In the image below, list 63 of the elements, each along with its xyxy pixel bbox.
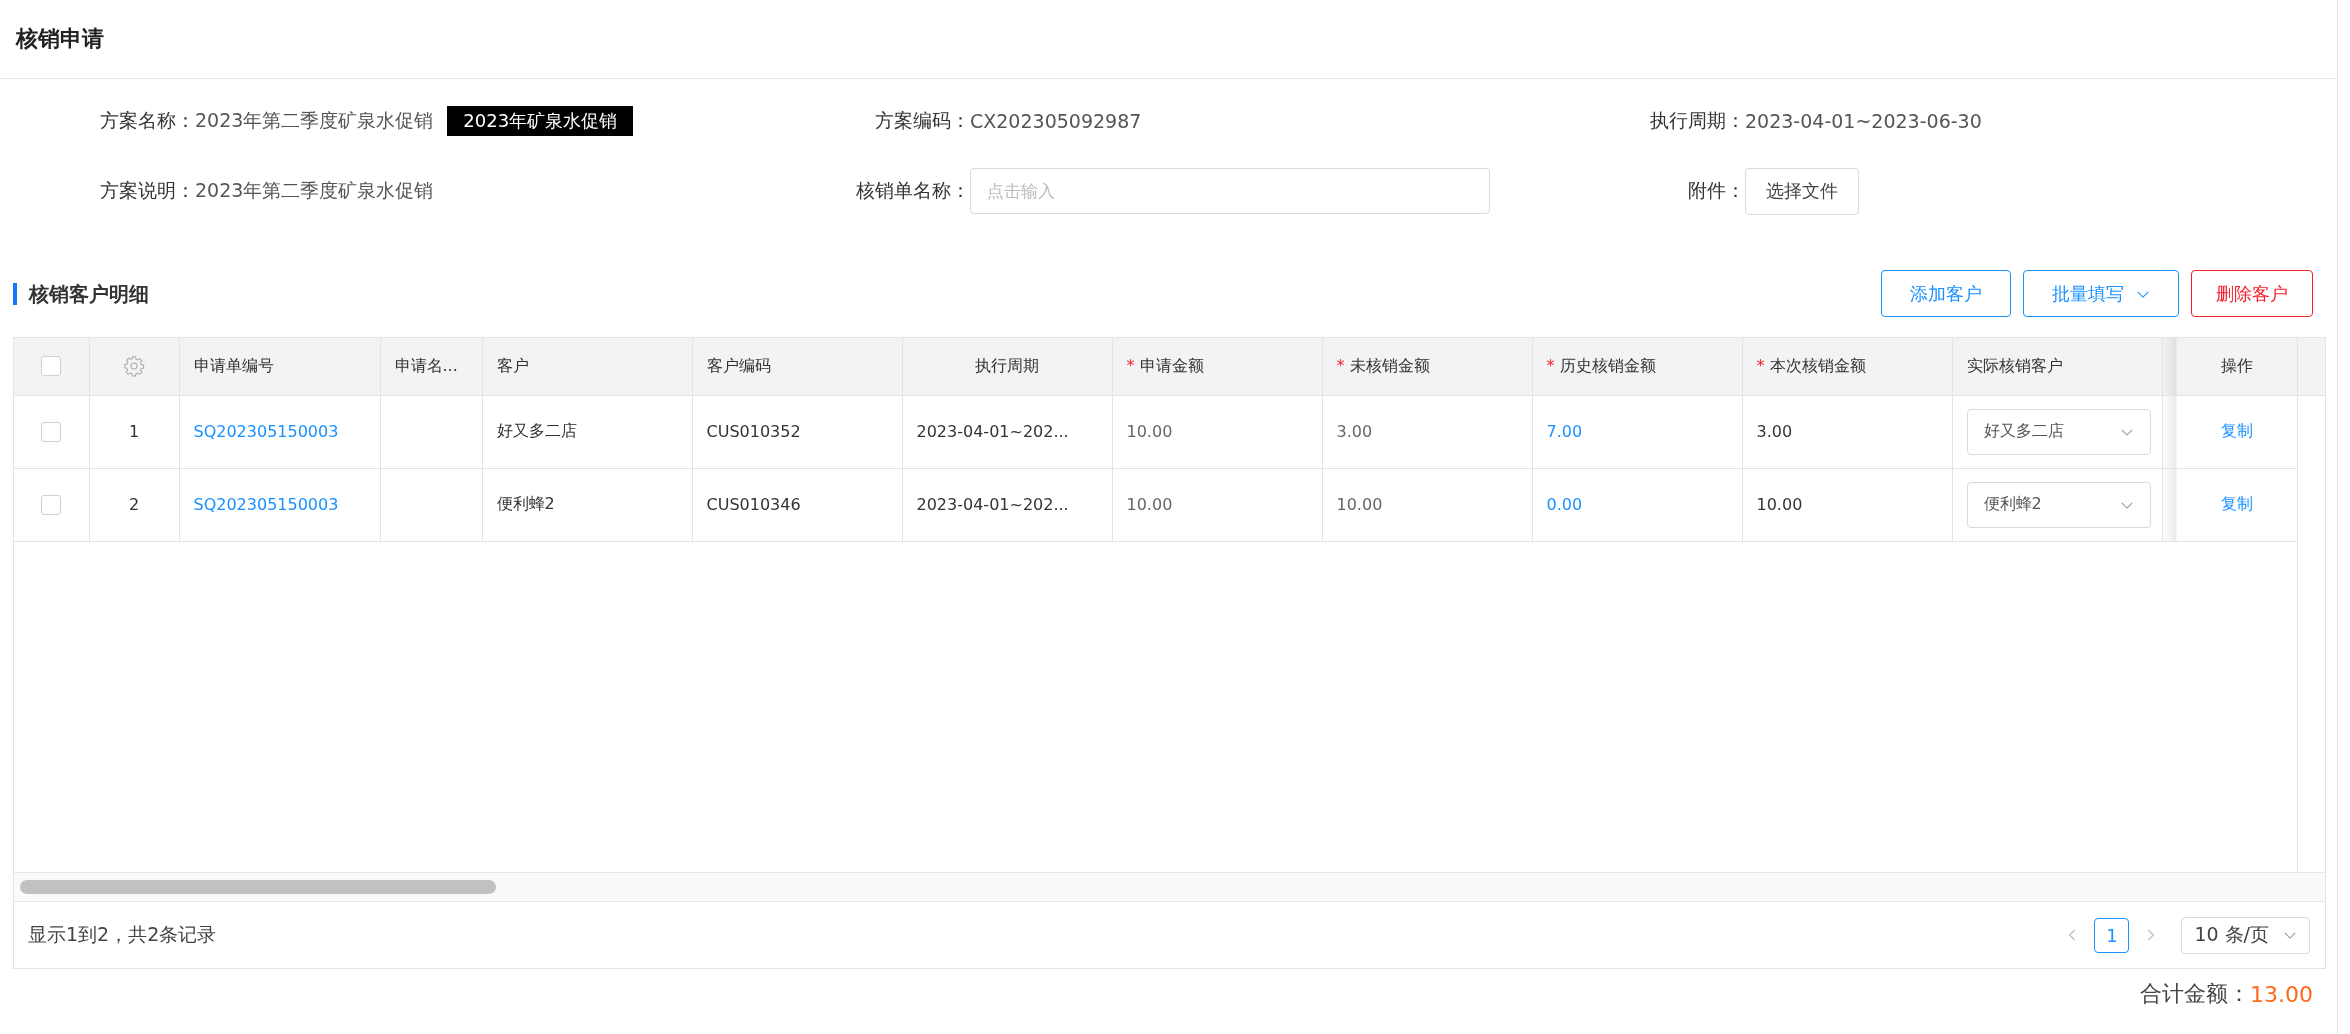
- column-header: 操作: [2177, 338, 2297, 395]
- table-cell: 好又多二店: [482, 395, 692, 468]
- field-value: 2023年第二季度矿泉水促销: [195, 108, 434, 133]
- choose-file-button[interactable]: 选择文件: [1745, 167, 1859, 215]
- column-header: 客户编码: [692, 338, 902, 395]
- checkbox[interactable]: [41, 494, 62, 515]
- copy-link[interactable]: 复制: [2221, 494, 2253, 513]
- settings-icon[interactable]: [123, 355, 145, 378]
- column-header: * 本次核销金额: [1742, 338, 1952, 395]
- table-cell: 2023-04-01~202...: [902, 468, 1112, 541]
- link[interactable]: SQ202305150003: [193, 422, 339, 441]
- column-header: 执行周期: [902, 338, 1112, 395]
- total-label: 合计金额：: [2140, 980, 2250, 1008]
- table-cell: CUS010346: [692, 468, 902, 541]
- checkbox[interactable]: [41, 421, 62, 442]
- link[interactable]: SQ202305150003: [193, 495, 339, 514]
- column-header: 申请单编号: [179, 338, 380, 395]
- dropdown-button[interactable]: 批量填写: [2023, 270, 2179, 317]
- action-button[interactable]: 添加客户: [1881, 270, 2011, 317]
- field-label: 执行周期：: [1649, 108, 1745, 133]
- table-cell: 3.00: [1742, 395, 1952, 468]
- field-value: CX202305092987: [970, 110, 1142, 132]
- input-field[interactable]: 点击输入: [970, 168, 1490, 214]
- field-label: 方案编码：: [874, 108, 970, 133]
- table-cell: 3.00: [1322, 395, 1532, 468]
- record-summary: 显示1到2，共2条记录: [28, 922, 217, 947]
- table-cell: 10.00: [1112, 395, 1322, 468]
- table-cell: CUS010352: [692, 395, 902, 468]
- column-header: * 未核销金额: [1322, 338, 1532, 395]
- next-page-icon: [2145, 927, 2156, 943]
- field-label: 方案名称：: [99, 108, 195, 133]
- action-button[interactable]: 删除客户: [2191, 270, 2313, 317]
- table-cell: 10.00: [1322, 468, 1532, 541]
- row-number: 2: [89, 468, 179, 541]
- copy-link[interactable]: 复制: [2221, 421, 2253, 440]
- table-cell: 10.00: [1112, 468, 1322, 541]
- table-cell: 便利蜂2: [482, 468, 692, 541]
- column-header: * 历史核销金额: [1532, 338, 1742, 395]
- column-header: * 申请金额: [1112, 338, 1322, 395]
- column-header: 客户: [482, 338, 692, 395]
- total-amount: 13.00: [2250, 981, 2313, 1007]
- page-title: 核销申请: [16, 25, 104, 53]
- link[interactable]: 7.00: [1546, 422, 1583, 441]
- scrollbar-thumb[interactable]: [20, 880, 496, 894]
- column-header: 申请名...: [380, 338, 482, 395]
- row-number: 1: [89, 395, 179, 468]
- field-label: 附件：: [1687, 178, 1745, 203]
- page-size-select[interactable]: 10 条/页: [2181, 916, 2310, 954]
- customer-select[interactable]: 好又多二店: [1966, 408, 2151, 455]
- name-tag: 2023年矿泉水促销: [447, 106, 634, 136]
- page-button[interactable]: 1: [2094, 917, 2130, 953]
- link[interactable]: 0.00: [1546, 495, 1583, 514]
- caret-icon: [2283, 930, 2297, 940]
- field-label: 方案说明：: [99, 178, 195, 203]
- customer-select[interactable]: 便利蜂2: [1966, 481, 2151, 528]
- field-label: 核销单名称：: [855, 178, 970, 203]
- table-cell: 10.00: [1742, 468, 1952, 541]
- column-header: 实际核销客户: [1952, 338, 2162, 395]
- field-value: 2023年第二季度矿泉水促销: [195, 178, 434, 203]
- table-cell: 2023-04-01~202...: [902, 395, 1112, 468]
- checkbox[interactable]: [41, 356, 62, 377]
- section-title: 核销客户明细: [13, 282, 149, 305]
- field-value: 2023-04-01~2023-06-30: [1745, 110, 1982, 132]
